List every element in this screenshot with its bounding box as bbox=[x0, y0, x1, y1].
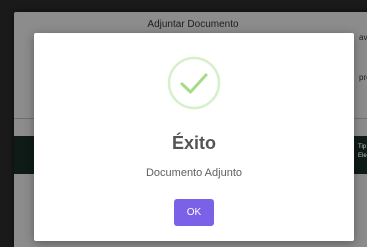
background-text-fragment: pre bbox=[359, 73, 367, 82]
dialog-title: Éxito bbox=[171, 133, 216, 153]
dialog-message: Documento Adjunto bbox=[145, 167, 242, 179]
background-dialog-title: Adjuntar Documento bbox=[147, 19, 239, 30]
background-text-fragment: Ele bbox=[358, 153, 367, 159]
success-check-icon bbox=[167, 56, 221, 110]
background-text-fragment: Tip bbox=[358, 144, 367, 150]
ok-button[interactable]: OK bbox=[174, 199, 214, 226]
background-text-fragment: ava bbox=[359, 33, 367, 42]
success-dialog: Éxito Documento Adjunto OK bbox=[34, 33, 354, 241]
screen: Adjuntar Documento ava pre Tip Ele Éxito… bbox=[0, 0, 367, 247]
